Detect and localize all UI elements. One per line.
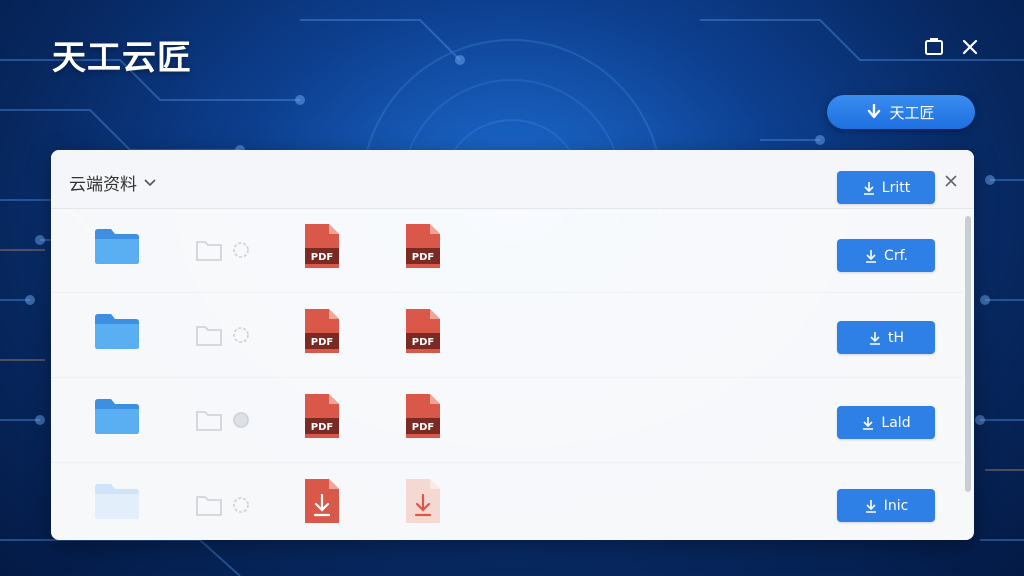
sync-icon [233, 412, 249, 428]
folder-sync-ghost [196, 326, 249, 346]
sync-icon [233, 327, 249, 343]
download-icon [863, 416, 874, 430]
pdf-label: PDF [311, 252, 333, 263]
cloud-files-panel: 云端资料 Lritt PDF PDF Crf. PDF PDF tH PDF P… [51, 150, 974, 540]
folder-outline-icon [196, 241, 222, 261]
pdf-file-icon[interactable]: PDF [404, 392, 442, 440]
folder-icon[interactable] [93, 396, 141, 436]
folder-outline-icon [196, 326, 222, 346]
file-row: PDF PDF Lald [51, 378, 963, 463]
pdf-label: PDF [311, 422, 333, 433]
pdf-label: PDF [412, 422, 434, 433]
panel-close-icon[interactable] [944, 174, 958, 188]
row-download-label: Crf. [884, 247, 908, 264]
pdf-file-icon[interactable]: PDF [303, 307, 341, 355]
panel-header: 云端资料 Lritt [51, 150, 974, 209]
brand-title: 天工云匠 [52, 38, 192, 78]
pdf-label: PDF [412, 337, 434, 348]
pdf-label: PDF [311, 337, 333, 348]
arrow-down-icon [868, 104, 881, 119]
sync-icon [233, 242, 249, 258]
folder-sync-ghost [196, 241, 249, 261]
pdf-file-icon[interactable]: PDF [303, 392, 341, 440]
download-file-icon[interactable] [404, 477, 442, 525]
row-download-button[interactable]: Crf. [837, 239, 935, 272]
file-row: PDF PDF Crf. [51, 208, 963, 293]
pdf-file-icon[interactable]: PDF [404, 307, 442, 355]
header-action-button[interactable]: 天工匠 [827, 95, 975, 129]
download-icon [863, 181, 874, 195]
header-download-button[interactable]: Lritt [837, 171, 935, 204]
panel-title: 云端资料 [69, 175, 137, 195]
file-row: Inic [51, 463, 963, 540]
pdf-file-icon[interactable]: PDF [404, 222, 442, 270]
pdf-file-icon[interactable]: PDF [303, 222, 341, 270]
download-file-icon[interactable] [303, 477, 341, 525]
pdf-label: PDF [412, 252, 434, 263]
sync-icon [233, 497, 249, 513]
row-download-label: Lald [881, 414, 911, 431]
download-icon [866, 249, 877, 263]
header-download-label: Lritt [881, 179, 911, 196]
row-download-label: Inic [883, 497, 909, 514]
download-icon [865, 499, 876, 513]
folder-icon[interactable] [93, 226, 141, 266]
row-download-button[interactable]: tH [837, 321, 935, 354]
folder-sync-ghost [196, 496, 249, 516]
row-download-button[interactable]: Lald [837, 406, 935, 439]
download-icon [869, 331, 880, 345]
chevron-down-icon [144, 178, 156, 186]
close-icon[interactable] [959, 36, 981, 58]
file-row: PDF PDF tH [51, 293, 963, 378]
folder-icon[interactable] [93, 481, 141, 521]
row-download-label: tH [887, 329, 905, 346]
window-restore-icon[interactable] [923, 36, 945, 58]
header-action-label: 天工匠 [889, 103, 935, 122]
folder-outline-icon [196, 496, 222, 516]
folder-outline-icon [196, 411, 222, 431]
row-download-button[interactable]: Inic [837, 489, 935, 522]
folder-icon[interactable] [93, 311, 141, 351]
panel-title-dropdown[interactable]: 云端资料 [69, 170, 157, 195]
scrollbar[interactable] [965, 216, 971, 492]
folder-sync-ghost [196, 411, 249, 431]
